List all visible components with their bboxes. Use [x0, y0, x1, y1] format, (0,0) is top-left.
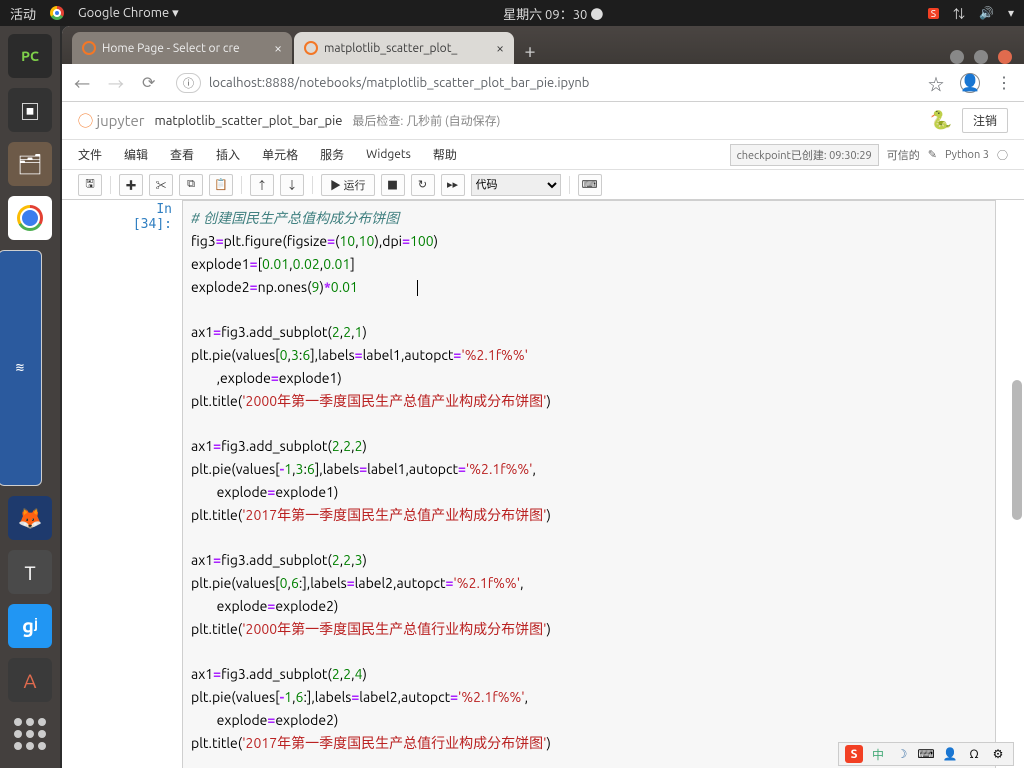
close-window-button[interactable] [998, 50, 1012, 64]
menu-cell[interactable]: 单元格 [262, 146, 298, 163]
interrupt-button[interactable]: ■ [381, 174, 405, 196]
copy-button[interactable]: ⧉ [179, 174, 203, 196]
edit-icon[interactable]: ✎ [928, 148, 937, 161]
scrollbar-thumb[interactable] [1012, 380, 1022, 520]
ubuntu-launcher: PC ▣ 🗂 ≋ 🦊 T gʲ A [0, 26, 60, 768]
text-cursor [417, 280, 418, 296]
notebook-content[interactable]: In [34]: # 创建国民生产总值构成分布饼图 fig3=plt.figur… [62, 200, 1024, 768]
jupyter-toolbar: 🖫 ✚ ✂ ⧉ 📋 ↑ ↓ ▶ 运行 ■ ↻ ▸▸ 代码 ⌨ [62, 170, 1024, 200]
vscode-icon[interactable]: ≋ [0, 250, 42, 486]
code-editor[interactable]: # 创建国民生产总值构成分布饼图 fig3=plt.figure(figsize… [182, 200, 996, 768]
pycharm-icon[interactable]: PC [8, 34, 52, 78]
chrome-launcher-icon[interactable] [8, 196, 52, 240]
checkpoint-status: checkpoint已创建: 09:30:29 [730, 144, 879, 166]
window-buttons [950, 42, 1024, 64]
maximize-button[interactable] [974, 50, 988, 64]
tab-notebook[interactable]: matplotlib_scatter_plot_ × [294, 32, 514, 64]
python-logo-icon: 🐍 [930, 110, 952, 131]
files-icon[interactable]: 🗂 [8, 142, 52, 186]
notebook-name[interactable]: matplotlib_scatter_plot_bar_pie [154, 114, 342, 128]
menu-widgets[interactable]: Widgets [366, 148, 411, 161]
jupyter-icon [304, 41, 318, 55]
jupyter-logo[interactable]: ◯ jupyter [78, 110, 144, 131]
minimize-button[interactable] [950, 50, 964, 64]
ime-person-icon[interactable]: 👤 [941, 745, 959, 763]
checkpoint-label: 最后检查: 几秒前 (自动保存) [352, 112, 500, 129]
move-down-button[interactable]: ↓ [280, 174, 304, 196]
restart-run-all-button[interactable]: ▸▸ [441, 174, 465, 196]
ime-indicator-icon[interactable]: S [928, 8, 939, 19]
cut-button[interactable]: ✂ [149, 174, 173, 196]
menu-kernel[interactable]: 服务 [320, 146, 344, 163]
ime-settings-icon[interactable]: ⚙ [989, 745, 1007, 763]
power-icon[interactable]: ▾ [1008, 6, 1014, 20]
tab-home[interactable]: Home Page - Select or cre × [72, 32, 292, 64]
code-cell[interactable]: In [34]: # 创建国民生产总值构成分布饼图 fig3=plt.figur… [62, 200, 1024, 768]
ime-moon-icon[interactable]: ☽ [893, 745, 911, 763]
close-icon[interactable]: × [274, 40, 282, 56]
close-icon[interactable]: × [496, 40, 504, 56]
ubuntu-topbar: 活动 Google Chrome ▾ 星期六 09：30 ● S ⇅ 🔊 ▾ [0, 0, 1024, 26]
tab-notebook-label: matplotlib_scatter_plot_ [324, 42, 457, 55]
app-gj-icon[interactable]: gʲ [8, 604, 52, 648]
cell-type-select[interactable]: 代码 [471, 174, 561, 196]
active-app-label[interactable]: Google Chrome ▾ [78, 6, 179, 21]
tab-home-label: Home Page - Select or cre [102, 42, 240, 55]
kernel-name[interactable]: Python 3 [945, 149, 989, 161]
menu-file[interactable]: 文件 [78, 146, 102, 163]
logout-button[interactable]: 注销 [962, 108, 1008, 133]
chrome-window: Home Page - Select or cre × matplotlib_s… [62, 26, 1024, 768]
command-palette-button[interactable]: ⌨ [578, 174, 602, 196]
back-button[interactable]: ← [74, 71, 94, 95]
text-editor-icon[interactable]: T [8, 550, 52, 594]
chrome-icon [50, 6, 64, 20]
menu-edit[interactable]: 编辑 [124, 146, 148, 163]
show-apps-icon[interactable] [8, 712, 52, 756]
menu-insert[interactable]: 插入 [216, 146, 240, 163]
site-info-icon[interactable]: ⓘ [176, 73, 201, 93]
kernel-idle-icon: ○ [997, 147, 1008, 163]
menu-view[interactable]: 查看 [170, 146, 194, 163]
run-button[interactable]: ▶ 运行 [321, 174, 375, 196]
sogou-icon[interactable]: S [845, 745, 863, 763]
terminal-icon[interactable]: ▣ [8, 88, 52, 132]
save-button[interactable]: 🖫 [78, 174, 102, 196]
forward-button[interactable]: → [108, 71, 128, 95]
restart-button[interactable]: ↻ [411, 174, 435, 196]
add-cell-button[interactable]: ✚ [119, 174, 143, 196]
profile-icon[interactable]: 👤 [960, 73, 980, 93]
jupyter-menubar: 文件 编辑 查看 插入 单元格 服务 Widgets 帮助 checkpoint… [62, 140, 1024, 170]
updater-icon[interactable]: A [8, 658, 52, 702]
address-bar: ← → ⟳ ⓘ localhost:8888/notebooks/matplot… [62, 64, 1024, 102]
ime-lang-icon[interactable]: 中 [869, 745, 887, 763]
new-tab-button[interactable]: + [516, 36, 544, 64]
chrome-menu-icon[interactable]: ⋮ [996, 73, 1012, 92]
move-up-button[interactable]: ↑ [250, 174, 274, 196]
jupyter-header: ◯ jupyter matplotlib_scatter_plot_bar_pi… [62, 102, 1024, 140]
url-text: localhost:8888/notebooks/matplotlib_scat… [209, 76, 589, 90]
reload-button[interactable]: ⟳ [142, 73, 162, 92]
input-prompt: In [34]: [112, 200, 182, 768]
paste-button[interactable]: 📋 [209, 174, 233, 196]
tab-strip: Home Page - Select or cre × matplotlib_s… [62, 26, 1024, 64]
trusted-label[interactable]: 可信的 [887, 147, 920, 163]
ime-omega-icon[interactable]: Ω [965, 745, 983, 763]
activities-label[interactable]: 活动 [10, 4, 36, 23]
volume-icon[interactable]: 🔊 [979, 6, 994, 20]
clock-label[interactable]: 星期六 09：30 ● [503, 4, 603, 23]
firefox-icon[interactable]: 🦊 [8, 496, 52, 540]
menu-help[interactable]: 帮助 [433, 146, 457, 163]
jupyter-icon [82, 41, 96, 55]
network-icon[interactable]: ⇅ [953, 5, 965, 22]
bookmark-icon[interactable]: ☆ [928, 71, 944, 95]
url-field[interactable]: ⓘ localhost:8888/notebooks/matplotlib_sc… [176, 73, 914, 93]
ime-keyboard-icon[interactable]: ⌨ [917, 745, 935, 763]
ime-tray[interactable]: S 中 ☽ ⌨ 👤 Ω ⚙ [838, 742, 1014, 766]
